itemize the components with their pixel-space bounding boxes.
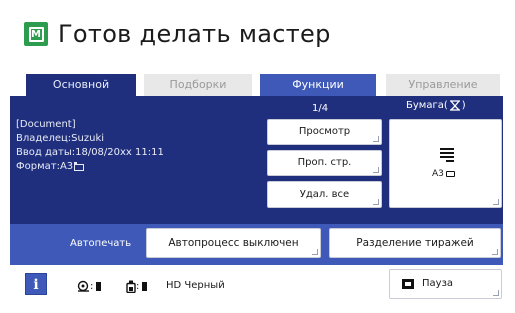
auto-print-label: Автопечать: [70, 238, 132, 249]
document-owner: Владелец:Suzuki: [16, 133, 105, 144]
paper-button[interactable]: A3: [389, 119, 502, 208]
skip-pages-button[interactable]: Проп. стр.: [267, 150, 382, 176]
hd-black-label: HD Черный: [166, 280, 225, 291]
paper-orientation-icon: [74, 161, 85, 171]
paper-feed-icon: [449, 100, 460, 111]
paper-tray-icon: [445, 171, 455, 177]
paper-stack-icon: [440, 148, 454, 164]
tab-basic[interactable]: Основной: [26, 74, 136, 96]
page-title: Готов делать мастер: [58, 20, 331, 48]
document-format: Формат:A3: [16, 160, 164, 174]
ink-status: :: [77, 280, 102, 292]
document-info: [Document] Владелец:Suzuki Ввод даты:18/…: [16, 118, 164, 174]
tab-functions[interactable]: Функции: [260, 74, 376, 96]
auto-process-button[interactable]: Автопроцесс выключен: [146, 228, 321, 258]
preview-button[interactable]: Просмотр: [267, 119, 382, 145]
document-name: [Document]: [16, 119, 76, 130]
master-icon: M: [24, 22, 48, 46]
paper-label: Бумага( ): [406, 100, 466, 111]
ink-bottle-icon: [126, 280, 136, 293]
info-button[interactable]: i: [25, 273, 47, 295]
header: M Готов делать мастер: [24, 18, 331, 50]
document-date: Ввод даты:18/08/20xx 11:11: [16, 147, 164, 158]
pause-button[interactable]: Пауза: [389, 269, 502, 299]
ink-drum-icon: [77, 280, 89, 292]
cartridge-level-icon: [142, 282, 148, 291]
delete-all-button[interactable]: Удал. все: [267, 181, 382, 208]
job-separation-button[interactable]: Разделение тиражей: [329, 228, 501, 258]
ink-cartridge-status: :: [126, 280, 148, 293]
page-counter: 1/4: [312, 103, 329, 114]
tab-management: Управление: [386, 74, 500, 96]
ink-level-icon: [96, 281, 102, 291]
tab-selections: Подборки: [144, 74, 252, 96]
pause-icon: [402, 279, 414, 289]
paper-size: A3: [432, 169, 455, 179]
